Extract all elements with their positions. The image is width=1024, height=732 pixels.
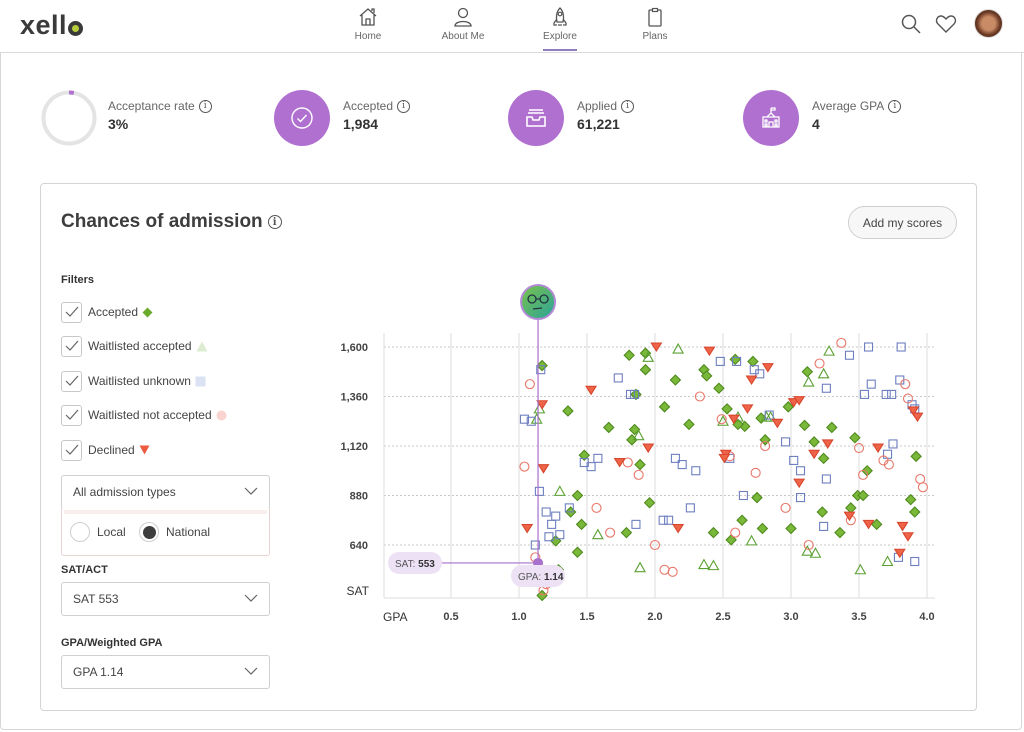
nav-plans[interactable]: Plans	[620, 6, 690, 42]
average-gpa-badge	[743, 90, 799, 146]
check-circle-icon	[291, 107, 313, 129]
top-navigation-bar: xello xell Home About Me Explore Plans	[0, 0, 1024, 53]
sat-act-label: SAT/ACT	[61, 564, 108, 576]
check-icon	[65, 306, 78, 317]
nav-explore[interactable]: Explore	[525, 6, 595, 51]
nav-home-label: Home	[354, 31, 382, 42]
filter-label: Accepted	[88, 305, 139, 319]
user-score-point[interactable]	[533, 557, 544, 568]
stat-label: Applied	[577, 99, 618, 113]
filter-label: Waitlisted accepted	[88, 339, 192, 353]
admission-type-value: All admission types	[73, 485, 176, 499]
nav-plans-label: Plans	[642, 31, 668, 42]
admission-type-select[interactable]: All admission types	[61, 475, 270, 509]
triangle-legend-icon	[196, 341, 208, 351]
filter-declined[interactable]: Declined	[61, 439, 150, 461]
user-avatar-marker[interactable]	[520, 284, 557, 320]
gpa-label: GPA/Weighted GPA	[61, 637, 163, 649]
filter-waitlisted-unknown[interactable]: Waitlisted unknown	[61, 370, 206, 392]
gpa-value: GPA 1.14	[73, 665, 124, 679]
radio-local[interactable]: Local	[70, 522, 126, 542]
clipboard-icon	[648, 7, 662, 27]
checkbox[interactable]	[61, 301, 82, 323]
radio-national[interactable]: National	[139, 522, 210, 542]
rocket-icon	[553, 7, 567, 26]
chevron-down-icon	[244, 594, 258, 602]
accepted-badge	[274, 90, 330, 146]
nav-explore-label: Explore	[543, 31, 577, 42]
stat-acceptance-rate: Acceptance rate i 3%	[41, 90, 241, 146]
stat-value: 1,984	[343, 116, 379, 132]
stat-label: Average GPA	[812, 99, 885, 113]
circle-legend-icon	[216, 410, 227, 420]
checkbox[interactable]	[61, 370, 82, 392]
square-legend-icon	[195, 376, 206, 386]
chevron-down-icon	[244, 487, 258, 495]
logo-o-icon	[68, 20, 84, 36]
check-icon	[65, 444, 78, 455]
triangle-down-legend-icon	[139, 445, 150, 455]
home-icon	[359, 8, 377, 26]
info-icon[interactable]: i	[397, 99, 411, 113]
nav-home[interactable]: Home	[333, 6, 403, 42]
active-tab-indicator	[543, 49, 577, 51]
sat-act-select[interactable]: SAT 553	[61, 582, 270, 616]
heart-icon[interactable]	[935, 14, 957, 34]
filter-label: Declined	[88, 443, 135, 457]
stat-value: 3%	[108, 116, 129, 132]
stat-label: Accepted	[343, 99, 394, 113]
radio-label: National	[166, 525, 211, 539]
avatar-face-icon	[520, 284, 557, 320]
nav-about-me[interactable]: About Me	[428, 6, 498, 42]
diamond-legend-icon	[142, 307, 153, 317]
check-icon	[65, 409, 78, 420]
inbox-icon	[526, 109, 546, 127]
filter-waitlisted-not-accepted[interactable]: Waitlisted not accepted	[61, 404, 227, 426]
add-my-scores-button[interactable]: Add my scores	[848, 206, 957, 239]
info-icon[interactable]: i	[888, 99, 902, 113]
school-icon	[762, 107, 780, 128]
checkbox[interactable]	[61, 404, 82, 426]
radio-button-selected[interactable]	[139, 522, 159, 542]
info-icon[interactable]: i	[621, 99, 635, 113]
checkbox[interactable]	[61, 335, 82, 357]
stat-average-gpa: Average GPA i 4	[743, 90, 943, 146]
filter-accepted[interactable]: Accepted	[61, 301, 153, 323]
search-icon[interactable]	[900, 13, 922, 35]
stat-applied: Applied i 61,221	[508, 90, 708, 146]
user-avatar[interactable]	[974, 9, 1003, 38]
card-title: Chances of admission	[61, 211, 263, 232]
info-icon[interactable]: i	[267, 215, 282, 229]
check-icon	[65, 375, 78, 386]
nav-about-me-label: About Me	[441, 31, 485, 42]
xello-logo[interactable]: xello xell	[20, 10, 84, 41]
checkbox[interactable]	[61, 439, 82, 461]
stat-value: 61,221	[577, 116, 620, 132]
info-icon[interactable]: i	[198, 99, 212, 113]
filters-title: Filters	[61, 274, 95, 286]
filter-waitlisted-accepted[interactable]: Waitlisted accepted	[61, 335, 208, 357]
filter-label: Waitlisted not accepted	[88, 408, 212, 422]
chances-of-admission-card: Chances of admission i Add my scores Filt…	[40, 183, 977, 711]
filter-label: Waitlisted unknown	[88, 374, 191, 388]
applied-badge	[508, 90, 564, 146]
radio-label: Local	[97, 525, 126, 539]
person-icon	[454, 7, 472, 27]
sat-act-value: SAT 553	[73, 592, 119, 606]
acceptance-rate-ring	[41, 90, 97, 146]
radio-button[interactable]	[70, 522, 90, 542]
scope-radio-group: Local National	[61, 508, 270, 556]
check-icon	[65, 340, 78, 351]
stat-accepted: Accepted i 1,984	[274, 90, 474, 146]
gpa-select[interactable]: GPA 1.14	[61, 655, 270, 689]
stat-label: Acceptance rate	[108, 99, 195, 113]
stat-value: 4	[812, 116, 820, 132]
chevron-down-icon	[244, 667, 258, 675]
